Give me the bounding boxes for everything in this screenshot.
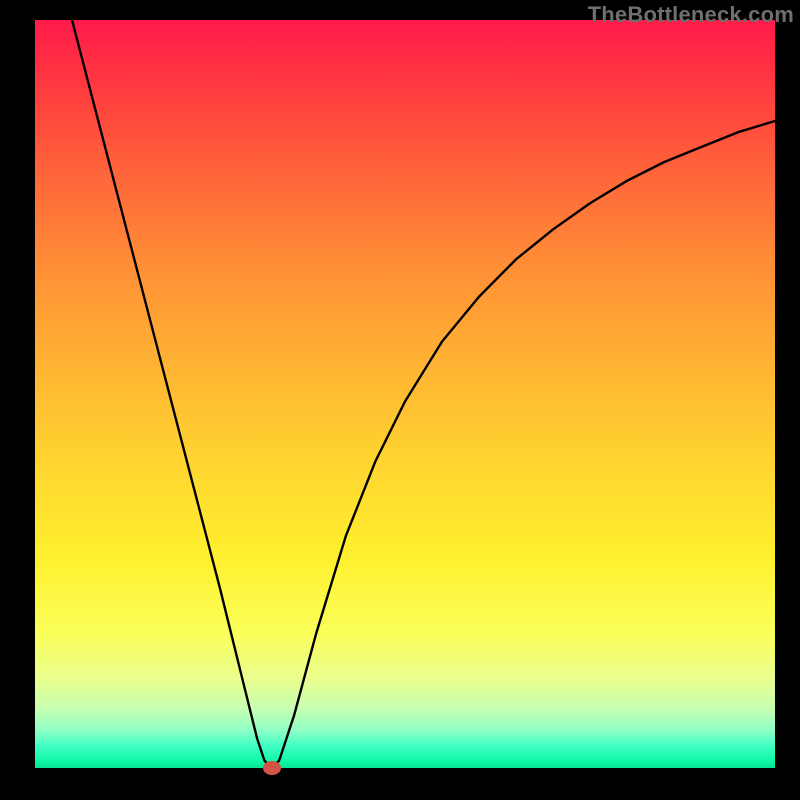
chart-container: TheBottleneck.com [0, 0, 800, 800]
optimum-marker [263, 761, 281, 775]
bottleneck-curve [35, 20, 775, 768]
watermark-text: TheBottleneck.com [588, 2, 794, 28]
plot-area [35, 20, 775, 768]
